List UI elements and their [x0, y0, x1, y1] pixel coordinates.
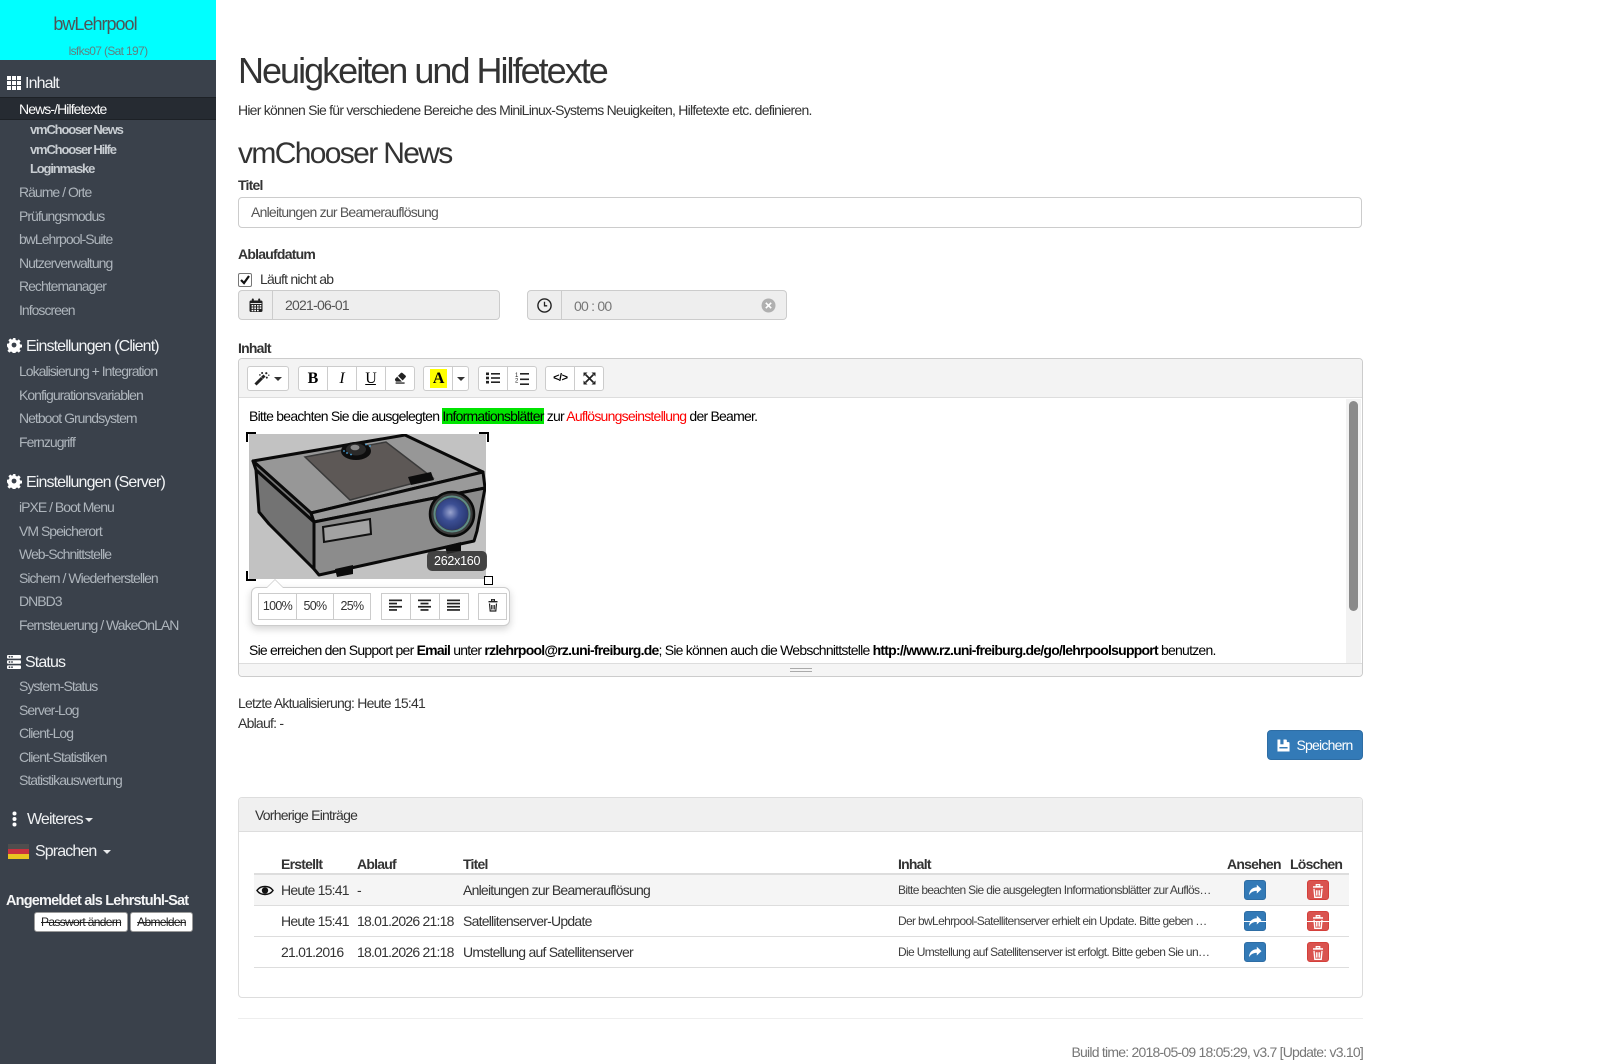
svg-text:2: 2 — [515, 379, 519, 385]
